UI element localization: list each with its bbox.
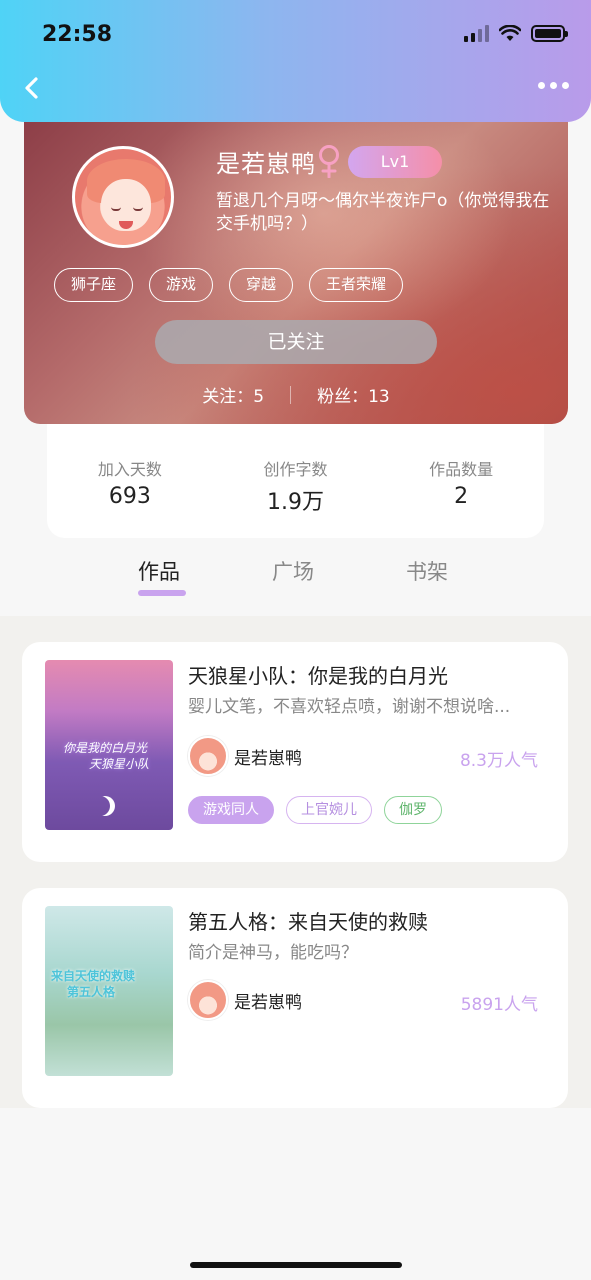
avatar[interactable] [72,146,174,248]
cover-text: 你是我的白月光 天狼星小队 [63,741,150,771]
popularity: 5891人气 [460,995,538,1015]
bio: 暂退几个月呀～偶尔半夜诈尸o（你觉得我在 交手机吗？） [216,190,568,236]
book-cover[interactable]: 来自天使的救赎 第五人格 [45,906,173,1076]
header-bar: 22:58 [0,0,591,122]
work-title[interactable]: 第五人格：来自天使的救赎 [188,906,428,935]
tag: 穿越 [229,268,294,302]
author-avatar [188,980,228,1020]
stat-word-count: 创作字数 1.9万 [213,412,379,538]
stat-label: 创作字数 [263,460,328,479]
level-badge: Lv1 [348,146,442,178]
stat-value: 1.9万 [267,490,324,515]
book-cover[interactable]: 你是我的白月光 天狼星小队 [45,660,173,830]
work-card[interactable]: 你是我的白月光 天狼星小队 天狼星小队：你是我的白月光 婴儿文笔，不喜欢轻点喷，… [22,642,568,862]
moon-icon [95,796,115,816]
tag: 游戏 [149,268,214,302]
more-button[interactable] [538,82,569,89]
author-name: 是若崽鸭 [234,992,302,1013]
work-description: 简介是神马，能吃吗？ [188,943,358,963]
stats-card: 加入天数 693 创作字数 1.9万 作品数量 2 [47,412,544,538]
author[interactable]: 是若崽鸭 [188,736,302,776]
chip-list: 游戏同人 上官婉儿 伽罗 [188,796,442,824]
tag: 狮子座 [54,268,134,302]
chip[interactable]: 游戏同人 [188,796,274,824]
tab-square[interactable]: 广场 [272,556,314,586]
following-count[interactable]: 关注：5 [202,382,264,407]
cover-text: 来自天使的救赎 第五人格 [51,969,136,999]
author[interactable]: 是若崽鸭 [188,980,302,1020]
fans-count[interactable]: 粉丝：13 [317,382,390,407]
wifi-icon [499,24,521,41]
signal-icon [464,24,489,42]
status-icons [464,24,568,42]
tab-works[interactable]: 作品 [138,556,180,586]
author-name: 是若崽鸭 [234,748,302,769]
author-avatar [188,736,228,776]
stat-label: 加入天数 [97,460,162,479]
stat-value: 2 [454,484,469,509]
stat-value: 693 [108,484,151,509]
chip[interactable]: 上官婉儿 [286,796,372,824]
profile-card: 是若崽鸭 Lv1 暂退几个月呀～偶尔半夜诈尸o（你觉得我在 交手机吗？） 狮子座… [24,100,568,424]
stat-join-days: 加入天数 693 [47,412,213,538]
username: 是若崽鸭 [216,150,316,178]
work-card[interactable]: 来自天使的救赎 第五人格 第五人格：来自天使的救赎 简介是神马，能吃吗？ 是若崽… [22,888,568,1108]
chip[interactable]: 伽罗 [384,796,442,824]
chevron-left-icon [25,77,38,99]
work-description: 婴儿文笔，不喜欢轻点喷，谢谢不想说啥... [188,697,511,717]
tab-bar: 作品 广场 书架 [0,548,591,616]
divider [290,385,292,404]
battery-icon [531,24,568,42]
works-list: 你是我的白月光 天狼星小队 天狼星小队：你是我的白月光 婴儿文笔，不喜欢轻点喷，… [0,616,591,1108]
home-indicator [190,1262,402,1268]
work-title[interactable]: 天狼星小队：你是我的白月光 [188,660,448,689]
follow-counts: 关注：5 粉丝：13 [24,382,568,407]
popularity: 8.3万人气 [459,751,538,771]
stat-label: 作品数量 [429,460,494,479]
tag-list: 狮子座 游戏 穿越 王者荣耀 [54,268,404,302]
tab-bookshelf[interactable]: 书架 [406,556,448,586]
tag: 王者荣耀 [309,268,404,302]
tab-indicator [138,590,186,596]
bio-line: 交手机吗？） [216,214,318,234]
follow-button[interactable]: 已关注 [155,320,437,364]
profile-page: 22:58 是若崽鸭 Lv1 暂退几个月呀～偶尔半夜诈尸o（你觉得我在 交手机吗… [0,0,591,1280]
status-time: 22:58 [42,22,113,47]
more-dots-icon [538,82,545,89]
bio-line: 暂退几个月呀～偶尔半夜诈尸o（你觉得我在 [216,191,550,211]
stat-work-count: 作品数量 2 [378,412,544,538]
back-button[interactable] [18,74,46,102]
female-icon [319,145,339,178]
